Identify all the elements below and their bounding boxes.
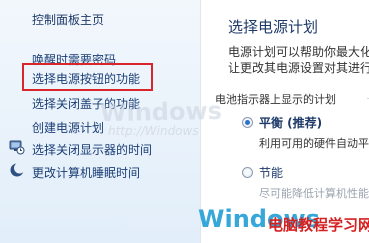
main-content-pane: 选择电源计划 电源计划可以帮助你最大化 让更改其电源设置对其进行 电池指示器上显… xyxy=(201,0,369,243)
page-title: 选择电源计划 xyxy=(228,18,319,36)
section-label: 电池指示器上显示的计划 xyxy=(215,93,336,106)
sidebar-item-display-off-time[interactable]: 选择关闭显示器的时间 xyxy=(32,141,152,158)
plan-balanced-name[interactable]: 平衡 (推荐) xyxy=(259,114,322,131)
page-description: 电源计划可以帮助你最大化 让更改其电源设置对其进行 xyxy=(228,44,369,76)
plan-power-saver-name[interactable]: 节能 xyxy=(259,164,283,181)
left-navigation-pane: 控制面板主页 唤醒时需要密码 选择电源按钮的功能 选择关闭盖子的功能 创建电源计… xyxy=(0,0,200,243)
sidebar-item-create-plan[interactable]: 创建电源计划 xyxy=(32,119,104,136)
plan-power-saver-description: 尽可能降低计算机性能 xyxy=(259,187,369,200)
control-panel-home-link[interactable]: 控制面板主页 xyxy=(32,11,104,28)
moon-sleep-icon xyxy=(10,162,25,177)
sidebar-item-lid-close[interactable]: 选择关闭盖子的功能 xyxy=(32,95,140,112)
plan-balanced-radio[interactable] xyxy=(242,117,253,128)
display-clock-icon xyxy=(9,140,25,155)
highlight-box xyxy=(22,63,153,91)
sidebar-item-sleep-time[interactable]: 更改计算机睡眠时间 xyxy=(32,164,140,181)
description-line-2: 让更改其电源设置对其进行 xyxy=(228,61,369,75)
plan-power-saver-radio[interactable] xyxy=(242,167,253,178)
plan-balanced-description: 利用可用的硬件自动平 xyxy=(259,137,369,150)
description-line-1: 电源计划可以帮助你最大化 xyxy=(228,45,369,59)
